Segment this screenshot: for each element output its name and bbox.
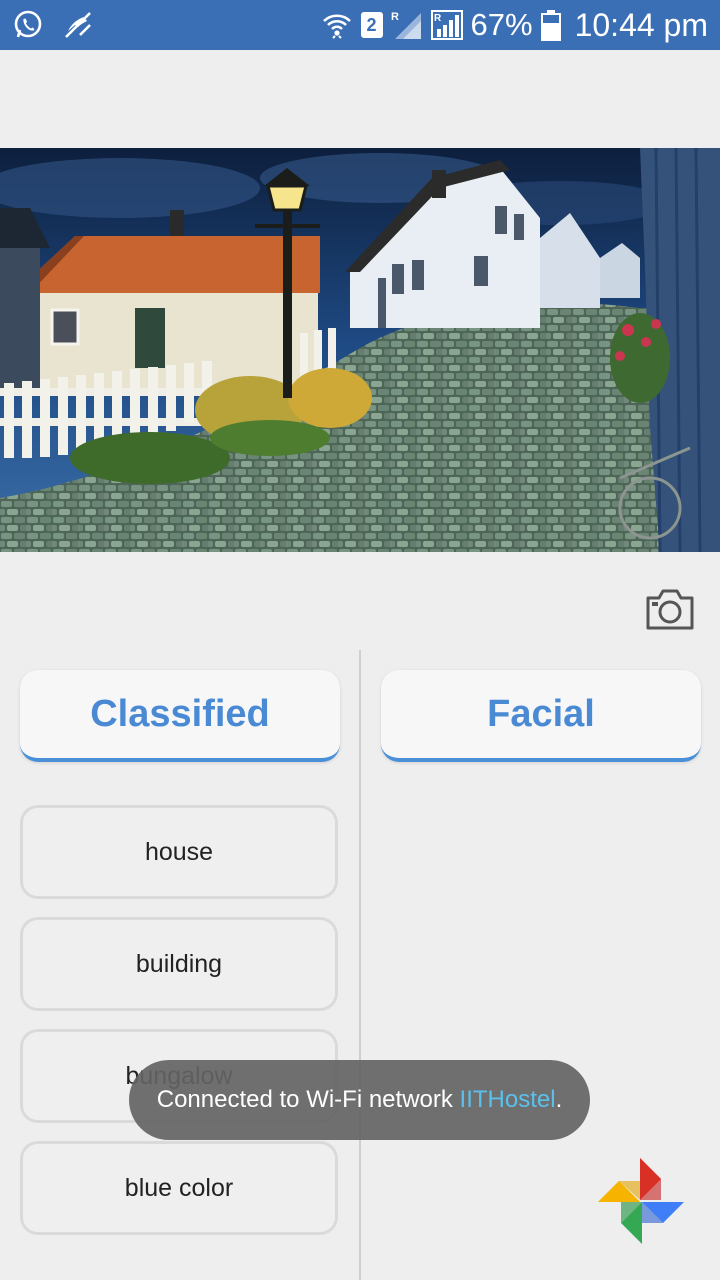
tab-facial[interactable]: Facial xyxy=(381,670,701,762)
tab-facial-label: Facial xyxy=(487,692,595,735)
whatsapp-icon xyxy=(14,10,42,38)
battery-percent: 67% xyxy=(470,7,533,42)
camera-icon[interactable] xyxy=(644,586,696,632)
list-item[interactable]: building xyxy=(20,917,338,1011)
village-photo xyxy=(0,148,720,552)
list-item[interactable]: blue color xyxy=(20,1141,338,1235)
signal-icon: R xyxy=(430,10,463,40)
column-divider xyxy=(359,650,361,1280)
list-item[interactable]: house xyxy=(20,805,338,899)
roaming-label: R xyxy=(391,11,399,23)
toast-message: Connected to Wi-Fi network IITHostel. xyxy=(129,1060,590,1140)
sim-icon: 2 xyxy=(360,12,383,38)
clock: 10:44 pm xyxy=(574,6,708,43)
toast-prefix: Connected to Wi-Fi network xyxy=(156,1086,460,1113)
tab-classified-label: Classified xyxy=(90,692,270,735)
toast-suffix: . xyxy=(555,1086,563,1113)
photos-pinwheel-icon[interactable] xyxy=(596,1156,686,1246)
missed-call-icon xyxy=(65,12,91,38)
tab-classified[interactable]: Classified xyxy=(20,670,340,762)
signal-icon: R xyxy=(391,11,421,39)
status-bar: 2 R R 67% 10:44 pm xyxy=(0,0,720,50)
roaming-label: R xyxy=(434,13,442,24)
toast-network-name: IITHostel xyxy=(459,1086,556,1113)
battery-icon xyxy=(540,10,561,41)
wifi-icon xyxy=(322,14,351,39)
selected-photo[interactable] xyxy=(0,148,720,552)
